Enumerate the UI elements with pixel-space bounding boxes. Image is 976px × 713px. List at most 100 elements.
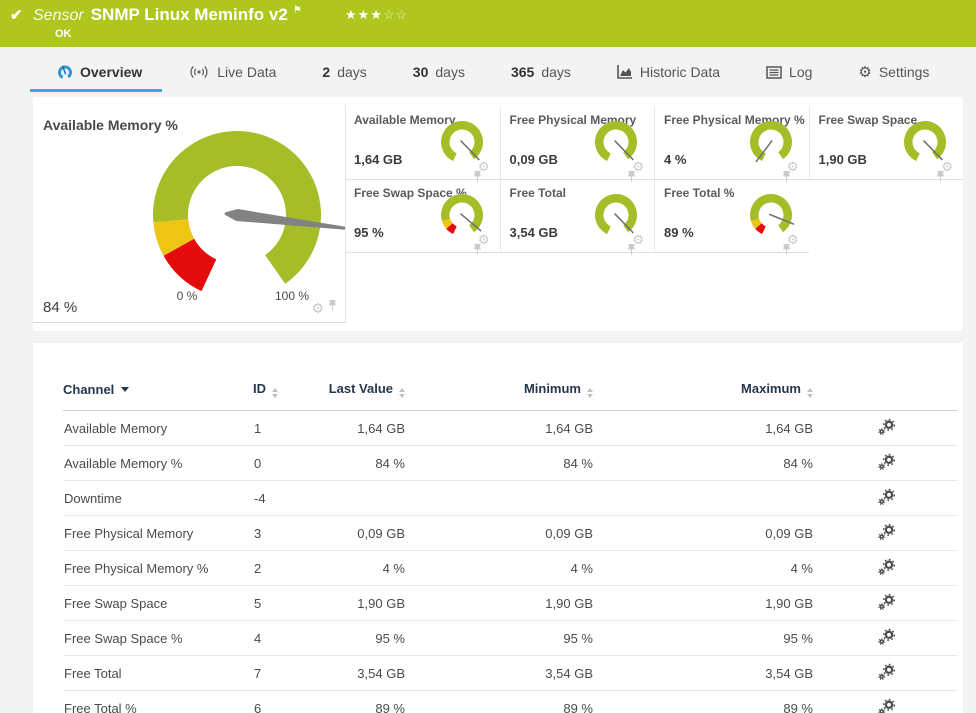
gauge-min-label: 0 % [176,289,198,303]
mini-gauge-title: Free Total % [664,186,735,200]
column-header-id[interactable]: ID [253,367,323,411]
channel-settings-icon[interactable] [877,628,896,646]
channel-name: Available Memory % [63,445,253,481]
last-value: 84 % [323,445,408,481]
channel-settings-icon[interactable] [877,663,896,681]
tab-settings[interactable]: ⚙ Settings [858,63,929,81]
minimum: 3,54 GB [408,655,596,691]
broadcast-icon [188,65,210,79]
channel-settings-icon[interactable] [877,523,896,541]
last-value [323,480,408,516]
column-label: Maximum [741,381,801,396]
channel-settings-icon[interactable] [877,558,896,576]
minimum: 89 % [408,690,596,713]
last-value: 1,64 GB [323,410,408,446]
mini-gauge-cell: Available Memory 1,64 GB ⚙ [345,107,500,182]
minimum: 84 % [408,445,596,481]
tab-30-days[interactable]: 30 days [413,64,465,80]
sort-icon [807,388,813,398]
column-header-minimum[interactable]: Minimum [408,367,596,411]
tab-365-days[interactable]: 365 days [511,64,571,80]
gear-icon[interactable]: ⚙ [311,301,324,315]
channel-id: 0 [253,445,323,481]
tab-label: days [337,64,367,80]
gauge-icon [57,64,73,80]
chart-icon [617,65,633,79]
maximum: 0,09 GB [596,515,816,551]
flag-icon[interactable]: ⚑ [293,5,302,16]
page-title: SNMP Linux Meminfo v2 [90,5,288,24]
column-header-last-value[interactable]: Last Value [323,367,408,411]
channel-settings-icon[interactable] [877,418,896,436]
column-header-maximum[interactable]: Maximum [596,367,816,411]
minimum: 95 % [408,620,596,656]
table-row: Free Physical Memory 3 0,09 GB 0,09 GB 0,09 … [63,515,957,551]
channel-settings-icon[interactable] [877,593,896,611]
minimum: 4 % [408,550,596,586]
sort-icon [272,388,278,398]
status-ok-check-icon: ✔ [10,7,23,24]
maximum: 4 % [596,550,816,586]
tab-365-days-number: 365 [510,64,535,80]
row-actions [816,445,957,481]
tab-overview[interactable]: Overview [29,64,163,92]
column-label: ID [253,381,266,396]
minimum: 1,90 GB [408,585,596,621]
status-badge: OK [55,28,72,40]
pin-icon[interactable] [328,299,337,317]
minimum: 1,64 GB [408,410,596,446]
mini-gauge-value: 3,54 GB [509,225,558,240]
maximum: 95 % [596,620,816,656]
row-actions [816,585,957,621]
row-actions [816,690,957,713]
tab-label: days [541,64,571,80]
channel-settings-icon[interactable] [877,698,896,713]
maximum: 1,90 GB [596,585,816,621]
mini-gauge-value: 4 % [664,152,687,167]
channel-name: Free Swap Space [63,585,253,621]
maximum: 1,64 GB [596,410,816,446]
mini-gauge-cell: Free Total 3,54 GB ⚙ [499,180,654,255]
tab-live-data[interactable]: Live Data [188,64,276,80]
tab-historic-data[interactable]: Historic Data [617,64,720,80]
mini-gauge-cell: Free Swap Space % 95 % ⚙ [345,180,500,255]
last-value: 89 % [323,690,408,713]
row-actions [816,515,957,551]
mini-gauge-grid: Available Memory 1,64 GB ⚙ Free Physical Me… [345,107,963,255]
table-row: Free Swap Space 5 1,90 GB 1,90 GB 1,90 GB [63,585,957,621]
tab-2-days-number: 2 [322,64,331,80]
table-row: Free Physical Memory % 2 4 % 4 % 4 % [63,550,957,586]
channel-id: 5 [253,585,323,621]
tab-30-days-number: 30 [412,64,429,80]
channel-settings-icon[interactable] [877,488,896,506]
mini-gauge-value: 1,64 GB [354,152,403,167]
channel-id: 1 [253,410,323,446]
channel-id: 4 [253,620,323,656]
table-row: Free Total 7 3,54 GB 3,54 GB 3,54 GB [63,655,957,691]
maximum: 84 % [596,445,816,481]
column-header-actions [816,367,957,411]
column-header-channel[interactable]: Channel [63,367,253,411]
table-row: Available Memory % 0 84 % 84 % 84 % [63,445,957,481]
mini-gauge-value: 95 % [354,225,384,240]
mini-gauge-cell: Free Total % 89 % ⚙ [654,180,809,255]
channel-name: Free Total % [63,690,253,713]
channel-settings-icon[interactable] [877,453,896,471]
gear-icon: ⚙ [858,64,872,81]
last-value: 95 % [323,620,408,656]
channel-name: Free Total [63,655,253,691]
tab-label: Live Data [217,64,277,80]
tab-label: Log [789,64,813,80]
channel-id: 6 [253,690,323,713]
maximum: 3,54 GB [596,655,816,691]
table-row: Free Total % 6 89 % 89 % 89 % [63,690,957,713]
sort-desc-icon [121,387,130,392]
channel-name: Free Physical Memory [63,515,253,551]
row-actions [816,480,957,516]
last-value: 3,54 GB [323,655,408,691]
tab-log[interactable]: Log [766,64,812,80]
tab-2-days[interactable]: 2 days [322,64,366,80]
priority-star-rating[interactable]: ★★★☆☆ [345,7,408,23]
row-actions [816,550,957,586]
mini-gauge-cell: Free Physical Memory % 4 % ⚙ [654,107,809,182]
